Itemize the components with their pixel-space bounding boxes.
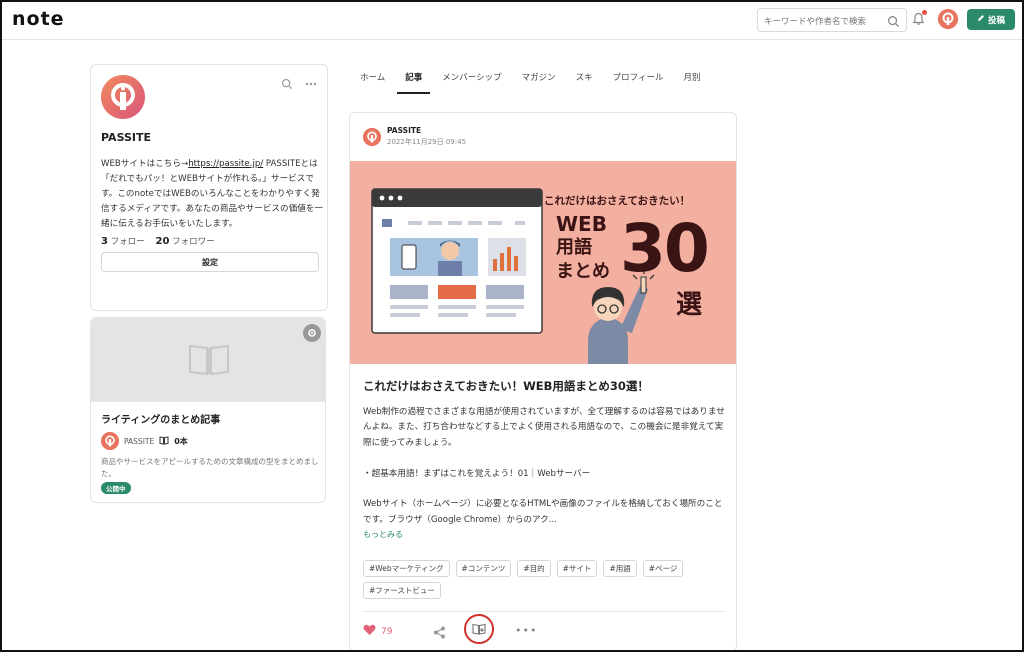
follow-label[interactable]: フォロー <box>111 237 145 247</box>
follow-stats: 3 フォロー 20 フォロワー <box>101 235 215 247</box>
banner-suffix: 選 <box>676 290 703 320</box>
status-badge: 公開中 <box>101 482 131 494</box>
follower-label[interactable]: フォロワー <box>172 237 215 247</box>
notification-dot <box>922 10 927 15</box>
tag[interactable]: #Webマーケティング <box>363 560 450 577</box>
tab-home[interactable]: ホーム <box>352 64 393 94</box>
profile-card: PASSITE WEBサイトはこちら→https://passite.jp/ P… <box>90 64 328 311</box>
tag[interactable]: #目的 <box>517 560 551 577</box>
banner-line3: まとめ <box>556 261 610 282</box>
more-options-icon[interactable]: ••• <box>515 624 537 637</box>
follower-count[interactable]: 20 <box>156 236 170 247</box>
share-icon[interactable] <box>433 624 446 643</box>
follow-count[interactable]: 3 <box>101 236 108 247</box>
article-author[interactable]: PASSITE 2022年11月29日 09:45 <box>363 126 466 147</box>
magazine-meta: PASSITE 0本 <box>101 432 188 450</box>
search-icon[interactable] <box>887 13 900 32</box>
like-count: 79 <box>381 626 393 637</box>
tag[interactable]: #サイト <box>556 560 598 577</box>
banner-number: 30 <box>620 210 710 287</box>
search-icon[interactable] <box>281 75 293 94</box>
magazine-author-avatar <box>101 432 119 450</box>
profile-name[interactable]: PASSITE <box>101 131 151 144</box>
tab-profile[interactable]: プロフィール <box>605 64 672 94</box>
article-excerpt: Web制作の過程でさまざまな用語が使用されていますが、全て理解するのは容易ではあ… <box>363 405 725 544</box>
tab-likes[interactable]: スキ <box>568 64 601 94</box>
profile-tabs: ホーム 記事 メンバーシップ マガジン スキ プロフィール 月別 <box>352 64 713 94</box>
tag[interactable]: #ページ <box>642 560 684 577</box>
article-date: 2022年11月29日 09:45 <box>387 138 467 146</box>
heart-icon[interactable] <box>363 624 376 639</box>
article-card: PASSITE 2022年11月29日 09:45 これだけはおさえておきたい！… <box>349 112 737 650</box>
magazine-cover <box>91 318 325 402</box>
magazine-count: 0本 <box>174 436 188 446</box>
like-button[interactable]: 79 <box>363 624 392 639</box>
banner-line2: 用語 <box>556 237 592 258</box>
article-paragraph: ・超基本用語！まずはこれを覚えよう！01｜Webサーバー <box>363 468 591 479</box>
bio-text: PASSITEとは「だれでもパッ！とWEBサイトが作れる。」サービスです。このn… <box>101 159 323 229</box>
post-button-label: 投稿 <box>987 15 1005 26</box>
user-avatar[interactable] <box>938 9 958 29</box>
search-box[interactable] <box>757 8 907 33</box>
notification-bell-icon[interactable] <box>912 10 927 30</box>
profile-bio: WEBサイトはこちら→https://passite.jp/ PASSITEとは… <box>101 157 323 232</box>
banner-headline: これだけはおさえておきたい！ <box>544 195 691 207</box>
tag-list: #Webマーケティング #コンテンツ #目的 #サイト #用語 #ページ #ファ… <box>363 560 725 599</box>
bio-link[interactable]: https://passite.jp/ <box>188 159 263 169</box>
top-header: note 投稿 <box>2 2 1022 40</box>
note-logo[interactable]: note <box>12 8 65 30</box>
tab-membership[interactable]: メンバーシップ <box>434 64 509 94</box>
article-banner-image[interactable]: これだけはおさえておきたい！ WEB 用語 まとめ 30 選 <box>350 161 736 364</box>
article-author-avatar[interactable] <box>363 127 381 146</box>
tab-articles[interactable]: 記事 <box>397 64 431 94</box>
read-more-link[interactable]: もっとみる <box>363 529 403 540</box>
article-paragraph: Web制作の過程でさまざまな用語が使用されていますが、全て理解するのは容易ではあ… <box>363 407 725 448</box>
post-button[interactable]: 投稿 <box>967 9 1015 30</box>
article-title[interactable]: これだけはおさえておきたい！WEB用語まとめ30選！ <box>363 378 725 394</box>
article-paragraph: Webサイト（ホームページ）に必要となるHTMLや画像のファイルを格納しておく場… <box>363 499 723 525</box>
tag[interactable]: #コンテンツ <box>455 560 512 577</box>
magazine-author: PASSITE <box>124 436 155 446</box>
page-frame: note 投稿 <box>0 0 1024 652</box>
magazine-book-icon <box>159 435 169 447</box>
divider <box>363 611 725 612</box>
search-input[interactable] <box>764 11 884 33</box>
gear-icon[interactable] <box>303 324 321 342</box>
tag[interactable]: #ファーストビュー <box>363 582 441 599</box>
banner-line1: WEB <box>556 212 607 236</box>
settings-button[interactable]: 設定 <box>101 252 319 272</box>
pencil-icon <box>977 14 985 25</box>
article-author-name[interactable]: PASSITE <box>387 126 466 135</box>
profile-avatar[interactable] <box>101 75 145 119</box>
tab-magazine[interactable]: マガジン <box>514 64 564 94</box>
article-actions: 79 ••• <box>363 614 725 644</box>
magazine-card[interactable]: ライティングのまとめ記事 PASSITE 0本 商品やサービスをアピールするため… <box>90 317 326 503</box>
magazine-description: 商品やサービスをアピールするための文章構成の型をまとめました。 <box>101 457 319 478</box>
bio-prefix: WEBサイトはこちら→ <box>101 159 189 169</box>
tag[interactable]: #用語 <box>603 560 637 577</box>
magazine-title[interactable]: ライティングのまとめ記事 <box>101 411 220 426</box>
add-to-magazine-icon[interactable] <box>464 614 494 644</box>
book-icon <box>186 342 232 382</box>
more-options-icon[interactable] <box>305 75 317 94</box>
tab-monthly[interactable]: 月別 <box>675 64 708 94</box>
